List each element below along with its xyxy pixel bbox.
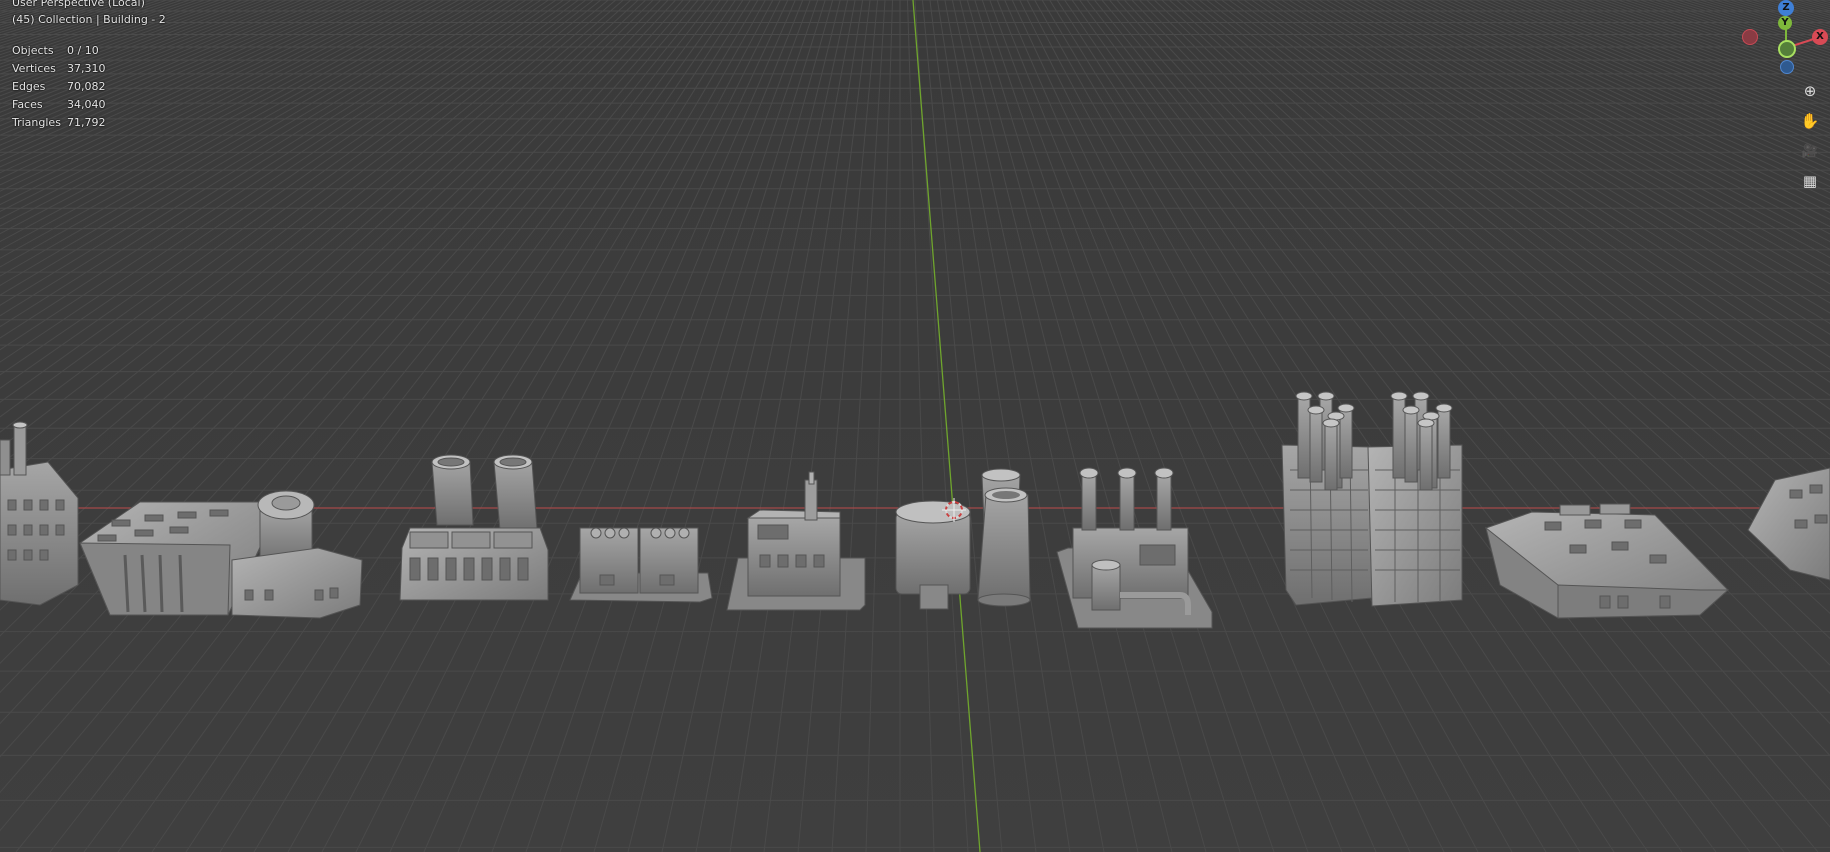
gizmo-neg-x-axis[interactable] [1742,29,1758,45]
navigation-gizmo[interactable]: Z Y X [1742,0,1830,80]
viewport-canvas[interactable] [0,0,1830,852]
stat-label: Edges [12,80,46,93]
stat-label: Faces [12,98,43,111]
gizmo-x-axis[interactable]: X [1812,29,1828,45]
stat-label: Objects [12,44,54,57]
stat-objects: Objects 0 / 10 [12,42,106,60]
collection-label: (45) Collection | Building - 2 [12,13,166,26]
stat-edges: Edges 70,082 [12,78,106,96]
viewport-header-info: User Perspective (Local) (45) Collection… [12,0,166,27]
3d-viewport[interactable] [0,0,1830,852]
view-name: User Perspective (Local) [12,0,145,9]
stat-value: 71,792 [67,116,106,129]
camera-view-icon[interactable]: 🎥 [1797,138,1823,164]
stat-value: 0 / 10 [67,44,99,57]
viewport-navigation-tools: ⊕ ✋ 🎥 ▦ [1790,78,1830,198]
gizmo-neg-y-axis[interactable] [1778,40,1796,58]
stat-value: 37,310 [67,62,106,75]
stat-value: 34,040 [67,98,106,111]
viewport-background [0,0,1830,852]
stat-value: 70,082 [67,80,106,93]
ortho-grid-icon[interactable]: ▦ [1797,168,1823,194]
stat-triangles: Triangles 71,792 [12,114,106,132]
scene-statistics: Objects 0 / 10 Vertices 37,310 Edges 70,082… [12,42,106,132]
gizmo-y-axis[interactable]: Y [1778,16,1792,30]
gizmo-z-axis[interactable]: Z [1778,0,1794,16]
stat-faces: Faces 34,040 [12,96,106,114]
building-3-twin-blocks[interactable] [569,527,713,603]
stat-vertices: Vertices 37,310 [12,60,106,78]
pan-hand-icon[interactable]: ✋ [1797,108,1823,134]
gizmo-neg-z-axis[interactable] [1780,60,1794,74]
stat-label: Vertices [12,62,56,75]
stat-label: Triangles [12,116,61,129]
zoom-icon[interactable]: ⊕ [1797,78,1823,104]
